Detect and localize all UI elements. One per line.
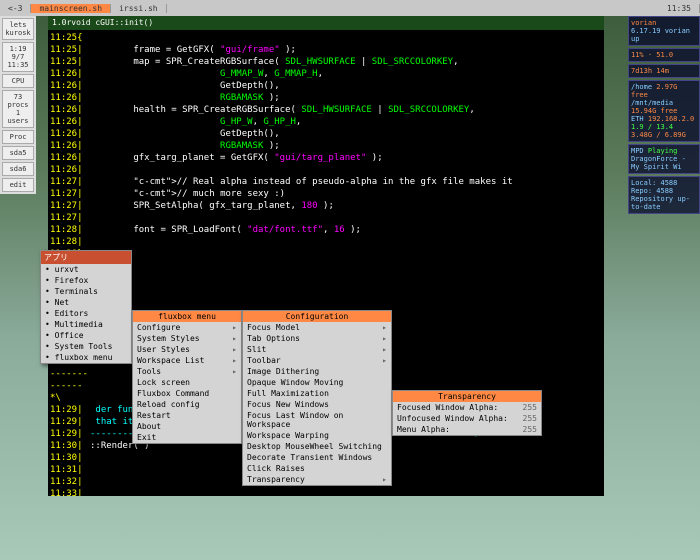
code-line: 11:26| GetDepth(), (50, 80, 602, 92)
config-menu-item[interactable]: Toolbar▸ (243, 355, 391, 366)
code-line: 11:33| (50, 488, 602, 496)
taskbar-workspace[interactable]: <-3 (0, 4, 31, 13)
trans-menu-item[interactable]: Focused Window Alpha:255 (393, 402, 541, 413)
app-menu-title: アプリ (41, 251, 131, 264)
app-menu-item[interactable]: • Firefox (41, 275, 131, 286)
fluxbox-menu-item[interactable]: Tools▸ (133, 366, 241, 377)
rpanel-cpu: 11% · 51.0 (628, 48, 700, 62)
code-line: 11:26| health = SPR_CreateRGBSurface( SD… (50, 104, 602, 116)
app-menu-item[interactable]: • urxvt (41, 264, 131, 275)
fluxbox-menu-item[interactable]: Workspace List▸ (133, 355, 241, 366)
fluxbox-menu[interactable]: fluxbox menu Configure▸System Styles▸Use… (132, 310, 242, 444)
config-menu-item[interactable]: Tab Options▸ (243, 333, 391, 344)
config-menu-item[interactable]: Workspace Warping (243, 430, 391, 441)
code-line: 11:26| gfx_targ_planet = GetGFX( "gui/ta… (50, 152, 602, 164)
config-menu-item[interactable]: Click Raises (243, 463, 391, 474)
app-menu-item[interactable]: • Terminals (41, 286, 131, 297)
config-menu-item[interactable]: Focus New Windows (243, 399, 391, 410)
fs-entry: /home 2.97G free (631, 83, 697, 99)
config-menu-item[interactable]: Decorate Transient Windows (243, 452, 391, 463)
taskbar-clock: 11:35 (659, 4, 700, 13)
transparency-menu[interactable]: Transparency Focused Window Alpha:255Unf… (392, 390, 542, 436)
app-menu-item[interactable]: • Office (41, 330, 131, 341)
code-line: 11:26| G_MMAP_W, G_MMAP_H, (50, 68, 602, 80)
fluxbox-menu-header: fluxbox menu (133, 311, 241, 322)
config-menu-item[interactable]: Slit▸ (243, 344, 391, 355)
panel-host: lets kurosk (2, 18, 34, 40)
config-menu-item[interactable]: Opaque Window Moving (243, 377, 391, 388)
code-line: 11:26| GetDepth(), (50, 128, 602, 140)
app-menu-item[interactable]: • Editors (41, 308, 131, 319)
config-menu-item[interactable]: Focus Last Window on Workspace (243, 410, 391, 430)
panel-time: 1:19 9/7 11:35 (2, 42, 34, 72)
app-launcher-menu[interactable]: アプリ • urxvt• Firefox• Terminals• Net• Ed… (40, 250, 132, 364)
fluxbox-menu-item[interactable]: Restart (133, 410, 241, 421)
right-monitor-panel: vorian 6.17.19 vorian up 11% · 51.0 7d13… (628, 16, 700, 214)
config-menu-header: Configuration (243, 311, 391, 322)
rpanel-bottom: Local: 4588 Repo: 4588 Repository up-to-… (628, 176, 700, 214)
code-line: 11:27| SPR_SetAlpha( gfx_targ_planet, 18… (50, 200, 602, 212)
panel-sda6: sda6 (2, 162, 34, 176)
code-line: 11:26| (50, 164, 602, 176)
fs-entry: /mnt/media 15.94G free (631, 99, 697, 115)
fs-entry: ETH 192.168.2.01.9 / 13.4 (631, 115, 697, 131)
code-line: 11:28} (50, 248, 602, 260)
code-line: 11:27| (50, 212, 602, 224)
code-line: 11:26| G_HP_W, G_HP_H, (50, 116, 602, 128)
trans-menu-header: Transparency (393, 391, 541, 402)
panel-procs: 73 procs 1 users (2, 90, 34, 128)
code-line: 11:27| "c-cmt">// Real alpha instead of … (50, 176, 602, 188)
panel-cpu: CPU (2, 74, 34, 88)
trans-menu-item[interactable]: Unfocused Window Alpha:255 (393, 413, 541, 424)
rpanel-net: 7d13h 14m (628, 64, 700, 78)
panel-proc: Proc (2, 130, 34, 144)
taskbar: <-3 mainscreen.sh irssi.sh 11:35 (0, 0, 700, 16)
left-monitor-panel: lets kurosk 1:19 9/7 11:35 CPU 73 procs … (0, 16, 36, 194)
fluxbox-menu-item[interactable]: Configure▸ (133, 322, 241, 333)
taskbar-tab-2[interactable]: irssi.sh (111, 4, 167, 13)
fluxbox-menu-item[interactable]: Reload config (133, 399, 241, 410)
code-line: 11:25| map = SPR_CreateRGBSurface( SDL_H… (50, 56, 602, 68)
fluxbox-menu-item[interactable]: Fluxbox Command (133, 388, 241, 399)
app-menu-item[interactable]: • fluxbox menu (41, 352, 131, 363)
fs-entry: 3.48G / 6.89G (631, 131, 697, 139)
app-menu-item[interactable]: • Net (41, 297, 131, 308)
fluxbox-menu-item[interactable]: About (133, 421, 241, 432)
fluxbox-menu-item[interactable]: Exit (133, 432, 241, 443)
rpanel-host: vorian 6.17.19 vorian up (628, 16, 700, 46)
rpanel-mpd: MPD Playing DragonForce - My Spirit Wi (628, 144, 700, 174)
config-menu-item[interactable]: Desktop MouseWheel Switching (243, 441, 391, 452)
app-menu-item[interactable]: • System Tools (41, 341, 131, 352)
config-menu-item[interactable]: Transparency▸ (243, 474, 391, 485)
fluxbox-menu-item[interactable]: User Styles▸ (133, 344, 241, 355)
code-line: 11:26| RGBAMASK ); (50, 140, 602, 152)
code-line: 11:28| font = SPR_LoadFont( "dat/font.tt… (50, 224, 602, 236)
code-line: 11:27| "c-cmt">// much more sexy :) (50, 188, 602, 200)
code-line: 11:28| (50, 260, 602, 272)
app-menu-item[interactable]: • Multimedia (41, 319, 131, 330)
config-menu-item[interactable]: Image Dithering (243, 366, 391, 377)
panel-sda5: sda5 (2, 146, 34, 160)
taskbar-tab-1[interactable]: mainscreen.sh (31, 4, 111, 13)
code-line: 11:25{ (50, 32, 602, 44)
fluxbox-menu-item[interactable]: Lock screen (133, 377, 241, 388)
code-line: 11:26| RGBAMASK ); (50, 92, 602, 104)
config-menu-item[interactable]: Focus Model▸ (243, 322, 391, 333)
code-line: 11:28| (50, 236, 602, 248)
configuration-menu[interactable]: Configuration Focus Model▸Tab Options▸Sl… (242, 310, 392, 486)
panel-edit: edit (2, 178, 34, 192)
config-menu-item[interactable]: Full Maximization (243, 388, 391, 399)
rpanel-fs: /home 2.97G free/mnt/media 15.94G freeET… (628, 80, 700, 142)
fluxbox-menu-item[interactable]: System Styles▸ (133, 333, 241, 344)
code-line: 11:25| frame = GetGFX( "gui/frame" ); (50, 44, 602, 56)
trans-menu-item[interactable]: Menu Alpha:255 (393, 424, 541, 435)
terminal-title: 1.0rvoid cGUI::init() (48, 16, 604, 30)
